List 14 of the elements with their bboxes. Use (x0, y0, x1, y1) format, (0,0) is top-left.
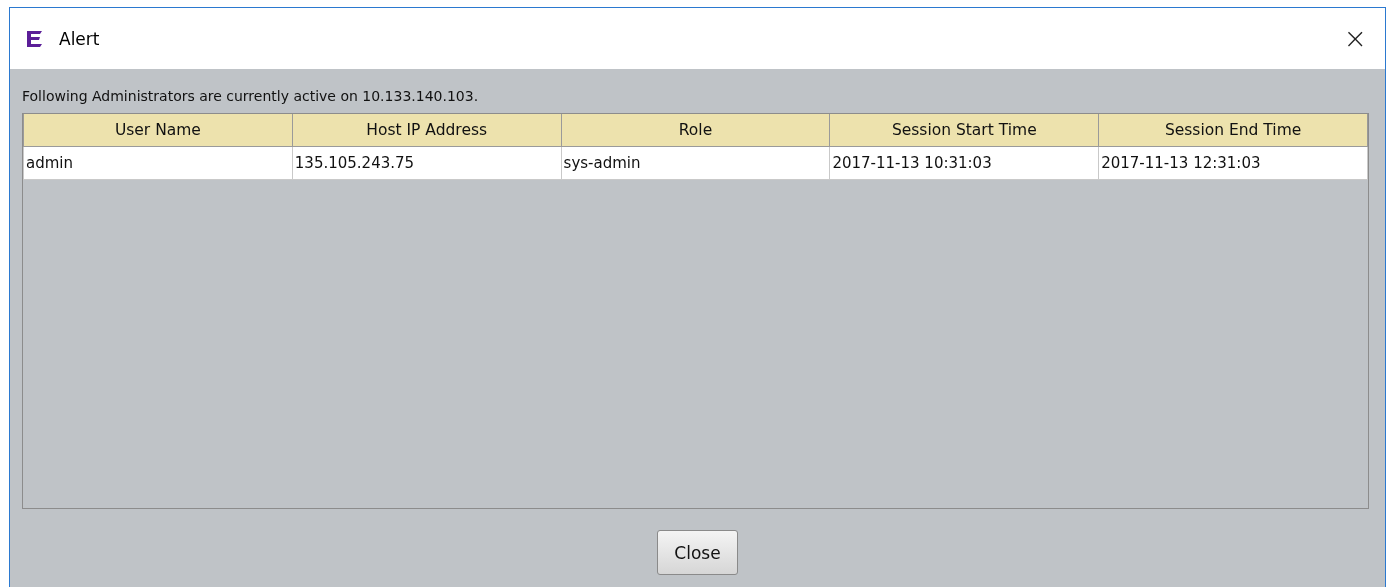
table-cell: 2017-11-13 10:31:03 (829, 146, 1099, 180)
column-header[interactable]: Session Start Time (829, 114, 1099, 147)
column-header[interactable]: Host IP Address (292, 114, 562, 147)
table-cell: admin (23, 146, 293, 180)
table-cell: 2017-11-13 12:31:03 (1098, 146, 1368, 180)
close-button[interactable]: Close (657, 530, 738, 575)
table-cell: sys-admin (561, 146, 830, 180)
column-header[interactable]: User Name (23, 114, 293, 147)
window-title: Alert (59, 28, 100, 49)
table-cell: 135.105.243.75 (292, 146, 562, 180)
logo-icon (25, 28, 45, 49)
column-header[interactable]: Session End Time (1098, 114, 1368, 147)
message-text: Following Administrators are currently active on 10.133.140.103. (21, 87, 480, 106)
column-header[interactable]: Role (561, 114, 830, 147)
